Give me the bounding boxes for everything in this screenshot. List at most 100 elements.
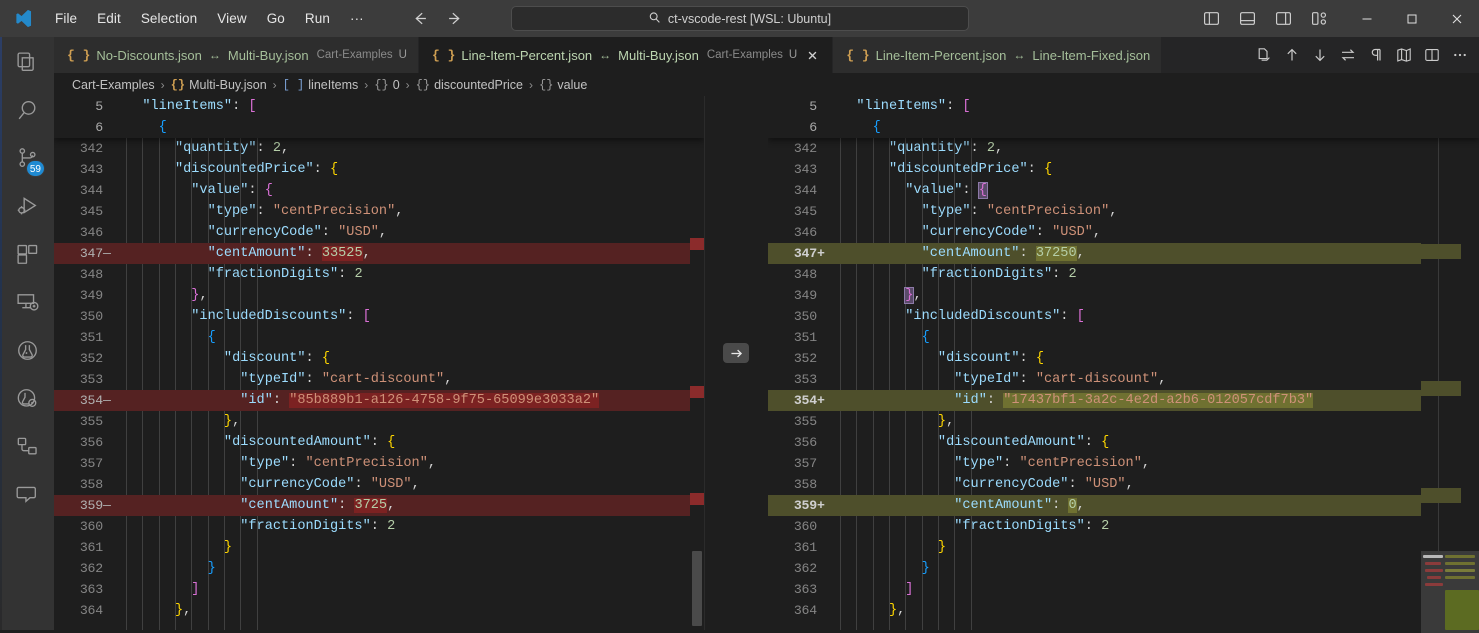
diff-original-pane[interactable]: 342 "quantity": 2, 343 "discountedPrice":… [54, 96, 704, 633]
sidebar-item-graph[interactable] [0, 425, 54, 473]
diff-middle-gutter[interactable] [704, 96, 768, 633]
code-line[interactable]: 357 "type": "centPrecision", [768, 453, 1479, 474]
modified-sticky-scroll[interactable]: 5 "lineItems": [6 { [768, 96, 1479, 138]
breadcrumb-item-file[interactable]: {} Multi-Buy.json [169, 78, 269, 92]
code-line[interactable]: 355 }, [54, 411, 704, 432]
close-button[interactable] [1434, 0, 1479, 37]
apply-change-arrow-right-icon[interactable] [723, 343, 749, 363]
minimize-button[interactable] [1344, 0, 1389, 37]
diff-modified-pane[interactable]: 342 "quantity": 2, 343 "discountedPrice":… [768, 96, 1479, 633]
menu-more[interactable]: ··· [341, 8, 373, 29]
sticky-line[interactable]: 6 { [54, 117, 704, 138]
code-line[interactable]: 360 "fractionDigits": 2 [768, 516, 1479, 537]
sidebar-item-test-explorer[interactable] [0, 377, 54, 425]
code-line[interactable]: 343 "discountedPrice": { [54, 159, 704, 180]
sidebar-item-source-control[interactable]: 59 [0, 137, 54, 185]
arrow-left-icon[interactable] [409, 8, 431, 30]
breadcrumb-item-discountedprice[interactable]: {} discountedPrice [414, 78, 525, 92]
sidebar-item-extensions[interactable] [0, 233, 54, 281]
previous-change-arrow-up-icon[interactable] [1278, 40, 1305, 70]
modified-code-view[interactable]: 342 "quantity": 2, 343 "discountedPrice":… [768, 96, 1479, 633]
code-line[interactable]: 349 }, [54, 285, 704, 306]
breadcrumb-item-index[interactable]: {} 0 [372, 78, 401, 92]
menu-go[interactable]: Go [258, 8, 294, 29]
code-line[interactable]: 352 "discount": { [768, 348, 1479, 369]
code-line[interactable]: 354— "id": "85b889b1-a126-4758-9f75-6509… [54, 390, 704, 411]
code-line[interactable]: 358 "currencyCode": "USD", [54, 474, 704, 495]
code-line[interactable]: 364 }, [768, 600, 1479, 621]
breadcrumb-item-value[interactable]: {} value [537, 78, 589, 92]
sticky-line[interactable]: 6 { [768, 117, 1479, 138]
code-line[interactable]: 364 }, [54, 600, 704, 621]
sidebar-item-chat[interactable] [0, 473, 54, 521]
sidebar-item-remote-explorer[interactable] [0, 281, 54, 329]
code-line[interactable]: 358 "currencyCode": "USD", [768, 474, 1479, 495]
toggle-inline-view-book-icon[interactable] [1390, 40, 1417, 70]
more-actions-icon[interactable] [1446, 40, 1473, 70]
code-line[interactable]: 351 { [768, 327, 1479, 348]
original-code-view[interactable]: 342 "quantity": 2, 343 "discountedPrice":… [54, 96, 704, 633]
code-line[interactable]: 347+ "centAmount": 37250, [768, 243, 1479, 264]
maximize-button[interactable] [1389, 0, 1434, 37]
code-line[interactable]: 362 } [54, 558, 704, 579]
code-line[interactable]: 344 "value": { [54, 180, 704, 201]
breadcrumb-item-folder[interactable]: Cart-Examples [70, 78, 157, 92]
open-changes-icon[interactable] [1250, 40, 1277, 70]
menu-edit[interactable]: Edit [88, 8, 130, 29]
split-editor-icon[interactable] [1418, 40, 1445, 70]
menu-run[interactable]: Run [296, 8, 339, 29]
toggle-whitespace-pilcrow-icon[interactable] [1362, 40, 1389, 70]
toggle-secondary-sidebar-icon[interactable] [1268, 6, 1298, 32]
code-line[interactable]: 354+ "id": "17437bf1-3a2c-4e2d-a2b6-0120… [768, 390, 1479, 411]
menu-view[interactable]: View [208, 8, 255, 29]
code-line[interactable]: 363 ] [768, 579, 1479, 600]
code-line[interactable]: 342 "quantity": 2, [768, 138, 1479, 159]
swap-sides-icon[interactable] [1334, 40, 1361, 70]
code-line[interactable]: 347— "centAmount": 33525, [54, 243, 704, 264]
tab-line-item-percent-multibuy-diff[interactable]: { } Line-Item-Percent.json ↔ Multi-Buy.j… [418, 37, 834, 73]
code-line[interactable]: 346 "currencyCode": "USD", [768, 222, 1479, 243]
code-line[interactable]: 357 "type": "centPrecision", [54, 453, 704, 474]
code-line[interactable]: 356 "discountedAmount": { [768, 432, 1479, 453]
code-line[interactable]: 356 "discountedAmount": { [54, 432, 704, 453]
sidebar-item-search[interactable] [0, 89, 54, 137]
code-line[interactable]: 345 "type": "centPrecision", [54, 201, 704, 222]
code-line[interactable]: 355 }, [768, 411, 1479, 432]
original-sticky-scroll[interactable]: 5 "lineItems": [6 { [54, 96, 704, 138]
code-line[interactable]: 342 "quantity": 2, [54, 138, 704, 159]
code-line[interactable]: 361 } [768, 537, 1479, 558]
code-line[interactable]: 353 "typeId": "cart-discount", [768, 369, 1479, 390]
vertical-scrollbar-thumb[interactable] [692, 551, 702, 626]
tab-line-item-percent-fixed-diff[interactable]: { } Line-Item-Percent.json ↔ Line-Item-F… [833, 37, 1163, 73]
code-line[interactable]: 348 "fractionDigits": 2 [54, 264, 704, 285]
tab-close-button[interactable] [803, 46, 821, 64]
code-line[interactable]: 349 }, [768, 285, 1479, 306]
code-line[interactable]: 360 "fractionDigits": 2 [54, 516, 704, 537]
code-line[interactable]: 362 } [768, 558, 1479, 579]
tab-no-discounts-diff[interactable]: { } No-Discounts.json ↔ Multi-Buy.json C… [54, 37, 419, 73]
customize-layout-icon[interactable] [1304, 6, 1334, 32]
code-line[interactable]: 350 "includedDiscounts": [ [768, 306, 1479, 327]
sidebar-item-run-and-debug[interactable] [0, 185, 54, 233]
code-line[interactable]: 363 ] [54, 579, 704, 600]
sidebar-item-testing[interactable] [0, 329, 54, 377]
code-line[interactable]: 353 "typeId": "cart-discount", [54, 369, 704, 390]
command-center-search[interactable]: ct-vscode-rest [WSL: Ubuntu] [510, 6, 969, 31]
toggle-primary-sidebar-icon[interactable] [1196, 6, 1226, 32]
original-overview-ruler[interactable] [690, 96, 704, 633]
code-line[interactable]: 361 } [54, 537, 704, 558]
code-line[interactable]: 351 { [54, 327, 704, 348]
menu-selection[interactable]: Selection [132, 8, 206, 29]
toggle-panel-icon[interactable] [1232, 6, 1262, 32]
code-line[interactable]: 344 "value": { [768, 180, 1479, 201]
sticky-line[interactable]: 5 "lineItems": [ [768, 96, 1479, 117]
code-line[interactable]: 352 "discount": { [54, 348, 704, 369]
minimap[interactable] [1421, 96, 1479, 633]
sidebar-item-explorer[interactable] [0, 41, 54, 89]
next-change-arrow-down-icon[interactable] [1306, 40, 1333, 70]
menu-file[interactable]: File [46, 8, 86, 29]
code-line[interactable]: 359— "centAmount": 3725, [54, 495, 704, 516]
code-line[interactable]: 359+ "centAmount": 0, [768, 495, 1479, 516]
code-line[interactable]: 350 "includedDiscounts": [ [54, 306, 704, 327]
code-line[interactable]: 346 "currencyCode": "USD", [54, 222, 704, 243]
